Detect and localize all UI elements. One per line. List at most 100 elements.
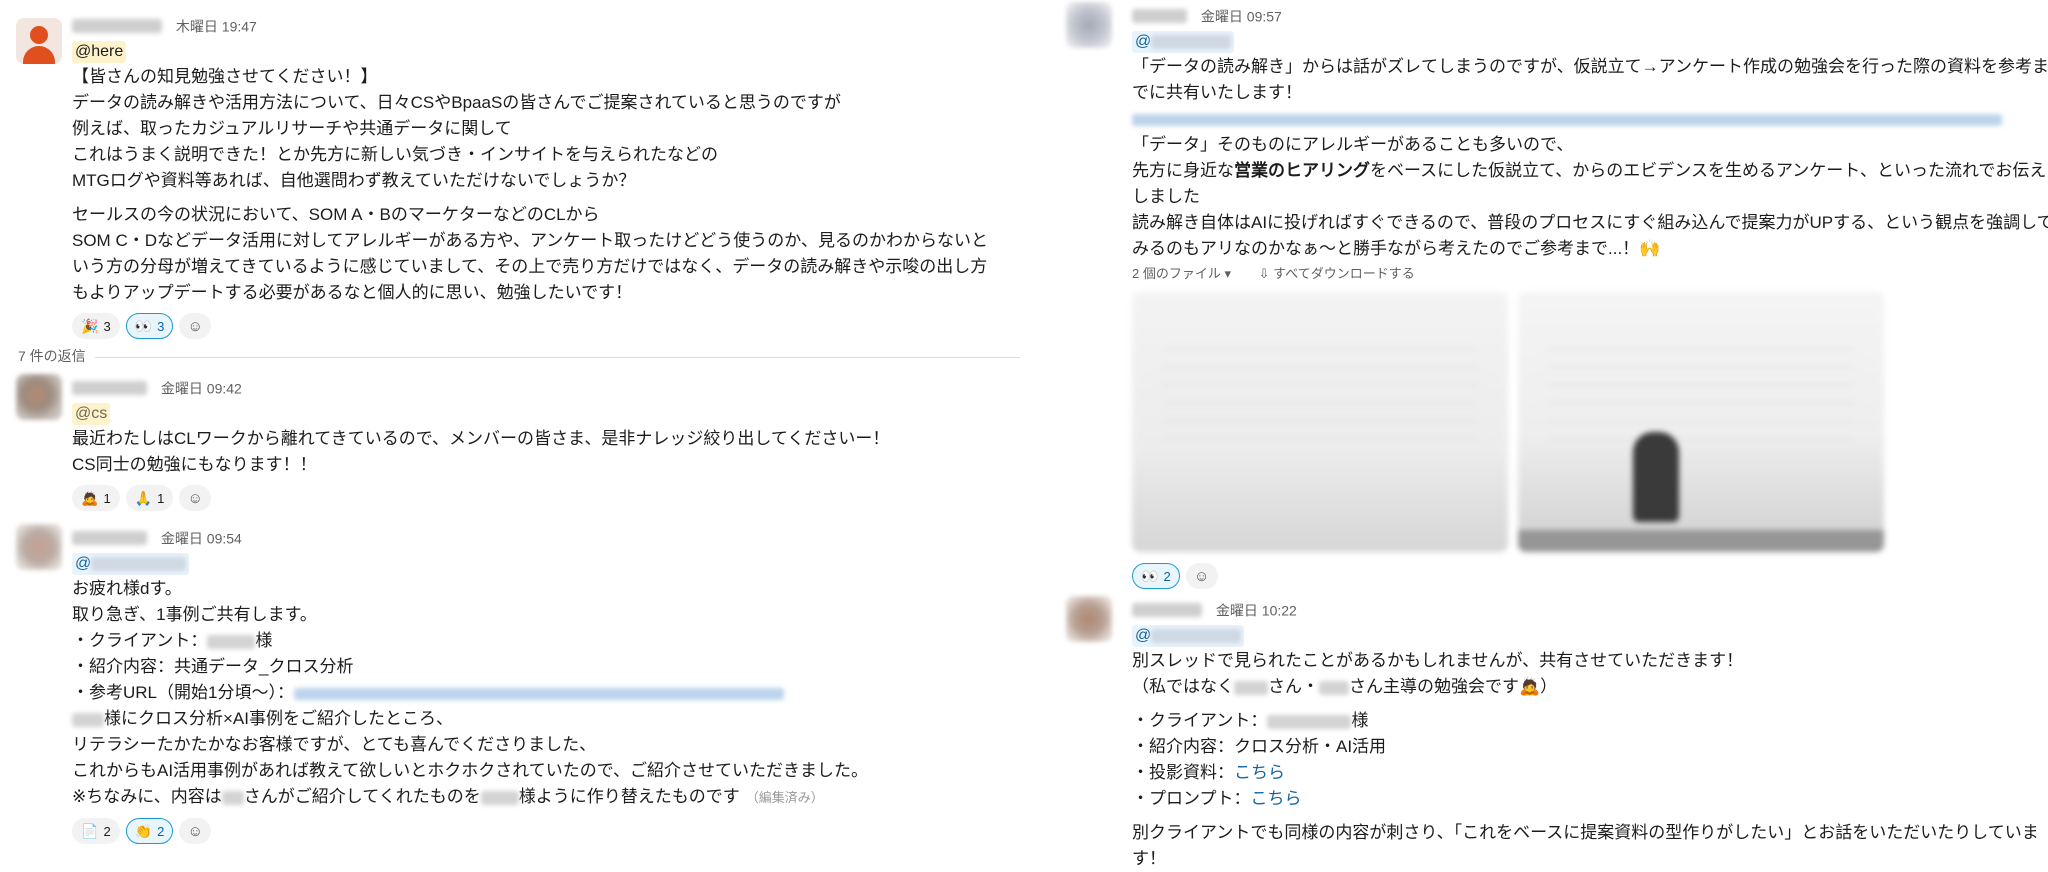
message-line: ・プロンプト：こちら [1132,789,1302,808]
message-line: データの読み解きや活用方法について、日々CSやBpaaSの皆さんでご提案されてい… [72,93,841,112]
message-line: もよりアップデートする必要があるなと個人的に思い、勉強したいです！ [72,283,633,302]
message-line: 例えば、取ったカジュアルリサーチや共通データに関して [72,119,512,138]
reference-url-link[interactable] [293,687,784,700]
here-mention[interactable]: @here [72,41,127,63]
reaction-bar: 👀 2 ☺ [1132,562,2045,590]
parent-message: 木曜日 19:47 @here 【皆さんの知見勉強させてください！】 データの読… [0,12,1040,340]
user-mention[interactable]: @ [72,553,190,575]
cs-mention[interactable]: @cs [72,403,111,425]
message-line: （私ではなく さん・ さん主導の勉強会です🙇） [1132,677,1558,696]
message-header: 金曜日 09:54 [72,524,1040,550]
message-line: 【皆さんの知見勉強させてください！】 [72,67,378,86]
reaction-count: 1 [103,490,111,506]
reaction-count: 3 [157,318,165,334]
reaction-count: 2 [157,823,165,839]
add-reaction-icon[interactable]: ☺ [179,313,212,339]
prompt-link[interactable]: こちら [1251,789,1302,808]
message-line: 取り急ぎ、1事例ご共有します。 [72,605,317,624]
reply-message: 金曜日 10:22 @ 別スレッドで見られたことがあるかもしれませんが、共有させ… [1060,596,2045,872]
clap-icon: 👏 [134,823,153,839]
user-mention[interactable]: @ [1132,625,1245,647]
message-line: 別クライアントでも同様の内容が刺さり、「これをベースに提案資料の型作りがしたい」… [1132,823,2039,842]
sender-name[interactable] [1132,9,1187,24]
pray-icon: 🙏 [134,490,153,506]
message-line: 「データの読み解き」からは話がズレてしまうのですが、仮説立て→アンケート作成の勉… [1132,57,2048,76]
sender-name[interactable] [1132,603,1202,618]
message-line: 先方に身近な営業のヒアリングをベースにした仮説立て、からのエビデンスを生めるアン… [1132,161,2047,180]
message-line: 別スレッドで見られたことがあるかもしれませんが、共有させていただきます！ [1132,651,1744,670]
avatar[interactable] [16,374,62,420]
message-line: ・紹介内容：クロス分析・AI活用 [1132,737,1387,756]
message-line: ・クライアント：様 [72,631,273,650]
message-line: いう方の分母が増えてきているように感じていまして、その上で売り方だけではなく、デ… [72,257,988,276]
eyes-icon: 👀 [1141,568,1159,584]
message-header: 金曜日 09:57 [1132,2,2045,28]
reply-message: 金曜日 09:42 @cs 最近わたしはCLワークから離れてきているので、メンバ… [0,374,1040,512]
reaction-count: 3 [103,318,111,334]
sender-name[interactable] [72,381,147,396]
face-emoji-icon: 🙇 [1519,677,1541,696]
message-line: MTGログや資料等あれば、自他選問わず教えていただけないでしょうか？ [72,171,636,190]
timestamp[interactable]: 金曜日 09:57 [1201,8,1282,24]
avatar[interactable] [1066,2,1112,48]
message-line: ※ちなみに、内容は さんがご紹介してくれたものを 様ように作り替えたものです （編集済… [72,787,824,806]
reply-message: 金曜日 09:54 @ お疲れ様dす。 取り急ぎ、1事例ご共有します。 ・クライ… [0,524,1040,845]
message-line [1132,106,2045,132]
message-line: ・投影資料：こちら [1132,763,1285,782]
timestamp[interactable]: 木曜日 19:47 [176,18,257,34]
user-mention[interactable]: @ [1132,31,1235,53]
timestamp[interactable]: 金曜日 10:22 [1216,602,1297,618]
files-toggle[interactable]: 2 個のファイル ▾ [1132,266,1231,281]
message-line: 読み解き自体はAIに投げればすぐできるので、普段のプロセスにすぐ組み込んで提案力… [1132,213,2048,232]
shared-link[interactable] [1132,113,2002,126]
slides-link[interactable]: こちら [1234,763,1285,782]
add-reaction-icon[interactable]: ☺ [1185,563,1218,589]
avatar[interactable] [16,524,62,570]
download-all-button[interactable]: ⇩ すべてダウンロードする [1259,266,1415,281]
reaction-count: 2 [1163,568,1171,584]
message-line: セールスの今の状況において、SOM A・BのマーケターなどのCLから [72,205,600,224]
reaction-bar: 🙇 1 🙏 1 ☺ [72,484,1040,512]
image-attachment[interactable] [1518,292,1884,552]
party-icon: 🎉 [81,318,99,334]
add-reaction-icon[interactable]: ☺ [179,818,212,844]
message-line: SOM C・Dなどデータ活用に対してアレルギーがある方や、アンケート取ったけどど… [72,231,988,250]
files-bar: 2 個のファイル ▾ ⇩ すべてダウンロードする [1132,262,2045,286]
sender-name[interactable] [72,531,147,546]
eyes-icon: 👀 [134,318,153,334]
replies-count: 7 件の返信 [18,348,86,364]
image-attachment[interactable] [1132,292,1508,552]
avatar[interactable] [16,18,62,64]
reaction-pill[interactable]: 🙇 1 [72,485,120,511]
reaction-pill[interactable]: 🙏 1 [125,485,174,511]
timestamp[interactable]: 金曜日 09:54 [161,530,242,546]
download-icon: ⇩ [1258,266,1270,281]
face-emoji-icon: 🙌 [1639,239,1661,258]
message-line: みるのもアリなのかなぁ〜と勝手ながら考えたのでご参考まで...！🙌 [1132,239,1661,258]
image-attachments [1132,292,2045,552]
caret-down-icon: ▾ [1224,266,1231,281]
reaction-pill[interactable]: 👀 2 [1132,563,1180,589]
message-line: これからもAI活用事例があれば教えて欲しいとホクホクされていたので、ご紹介させて… [72,761,869,780]
message-header: 木曜日 19:47 [72,12,1040,38]
replies-divider: 7 件の返信 [0,346,1040,368]
message-line: しました [1132,187,1200,206]
add-reaction-icon[interactable]: ☺ [179,485,212,511]
message-line: 最近わたしはCLワークから離れてきているので、メンバーの皆さま、是非ナレッジ絞り… [72,429,890,448]
reaction-count: 2 [103,823,111,839]
message-line: 「データ」そのものにアレルギーがあることも多いので、 [1132,135,1574,154]
sender-name[interactable] [72,19,162,34]
reaction-pill[interactable]: 📄 2 [72,818,120,844]
message-line: リテラシーたかたかなお客様ですが、とても喜んでくださりました、 [72,735,597,754]
reaction-pill[interactable]: 👀 3 [125,313,174,339]
timestamp[interactable]: 金曜日 09:42 [161,380,242,396]
avatar[interactable] [1066,596,1112,642]
message-line: す！ [1132,849,1166,868]
message-line: ・参考URL（開始1分頃〜）： [72,680,1040,706]
message-line: お疲れ様dす。 [72,579,182,598]
message-line: CS同士の勉強にもなります！！ [72,455,317,474]
message-line: でに共有いたします！ [1132,83,1302,102]
reaction-pill[interactable]: 👏 2 [125,818,174,844]
message-line: ・紹介内容：共通データ_クロス分析 [72,657,354,676]
reaction-pill[interactable]: 🎉 3 [72,313,120,339]
